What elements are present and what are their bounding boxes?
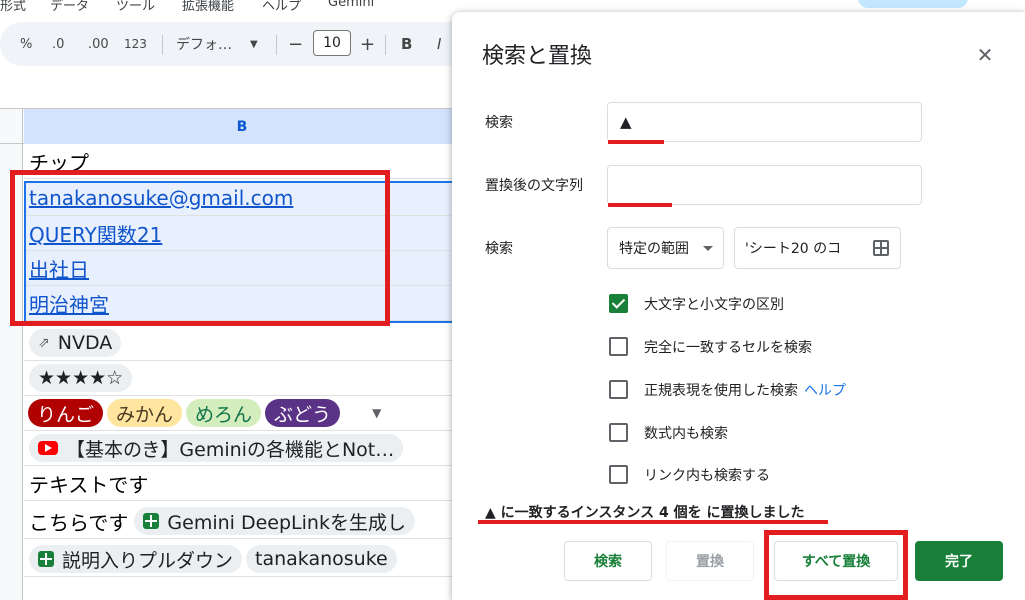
find-input[interactable]: ▲	[607, 102, 922, 142]
decrease-font-size-button[interactable]: −	[288, 22, 303, 66]
status-message: ▲ に一致するインスタンス 4 個を に置換しました	[485, 505, 805, 521]
replace-input[interactable]	[607, 165, 922, 205]
column-headers: B	[0, 108, 460, 144]
bold-button[interactable]: B	[401, 22, 412, 66]
grid-select-icon[interactable]	[873, 240, 889, 256]
done-button[interactable]: 完了	[915, 541, 1003, 581]
toolbar-divider	[276, 35, 277, 55]
find-replace-dialog: 検索と置換 ✕ 検索 ▲ 置換後の文字列 検索 特定の範囲 'シート20 のコ …	[452, 12, 1025, 600]
regex-label-row: 正規表現を使用した検索 ヘルプ	[644, 380, 846, 400]
video-chip-label: 【基本のき】Geminiの各機能とNot…	[66, 438, 395, 461]
annotation-underline	[608, 203, 672, 207]
increase-decimal-button[interactable]: .00	[88, 22, 109, 66]
regex-label: 正規表現を使用した検索	[644, 383, 798, 399]
stock-chart-icon: ⇗	[38, 335, 50, 351]
search-formulas-checkbox[interactable]	[609, 423, 628, 442]
dropdown-chip: めろん	[186, 399, 262, 427]
dialog-title: 検索と置換	[482, 44, 593, 69]
menu-help[interactable]: ヘルプ	[262, 0, 301, 14]
cell-b-text[interactable]: テキストです	[24, 466, 460, 501]
dropdown-chip: ぶどう	[265, 399, 341, 427]
deeplink-chip-label: Gemini DeepLinkを生成し	[167, 511, 406, 534]
toolbar-divider	[385, 35, 386, 55]
stock-chip-label: NVDA	[57, 332, 113, 354]
cell-text: こちらです	[29, 510, 129, 535]
italic-button[interactable]: I	[437, 22, 441, 66]
match-case-checkbox[interactable]	[609, 294, 628, 313]
dropdown-chip[interactable]: 説明入りプルダウン	[29, 545, 243, 573]
cell-b-dropdown[interactable]: りんご みかん めろん ぶどう ▼	[24, 396, 460, 431]
video-chip[interactable]: 【基本のき】Geminiの各機能とNot…	[29, 434, 404, 462]
decrease-decimal-button[interactable]: .0	[52, 22, 64, 66]
chevron-down-icon[interactable]: ▼	[250, 22, 258, 66]
percent-format-button[interactable]: %	[20, 22, 32, 66]
person-chip[interactable]: tanakanosuke	[246, 545, 397, 573]
dropdown-chip: みかん	[107, 399, 183, 427]
plus-icon	[38, 551, 54, 567]
annotation-underline	[608, 140, 664, 144]
dropdown-chip: りんご	[28, 399, 104, 427]
find-label: 検索	[485, 115, 513, 131]
search-formulas-label: 数式内も検索	[644, 426, 728, 442]
match-entire-cell-checkbox[interactable]	[609, 337, 628, 356]
chevron-down-icon[interactable]: ▼	[372, 406, 381, 420]
plus-icon	[143, 513, 160, 529]
toolbar-divider	[162, 35, 163, 55]
deeplink-chip[interactable]: Gemini DeepLinkを生成し	[134, 507, 415, 535]
regex-checkbox[interactable]	[609, 380, 628, 399]
select-all-corner[interactable]	[0, 109, 23, 144]
cell-b-chips[interactable]: 説明入りプルダウン tanakanosuke	[24, 542, 460, 577]
find-button[interactable]: 検索	[564, 541, 652, 581]
number-format-button[interactable]: 123	[124, 22, 147, 66]
font-select[interactable]: デフォ…	[176, 22, 232, 66]
cell-b-video[interactable]: 【基本のき】Geminiの各機能とNot…	[24, 431, 460, 466]
close-icon[interactable]: ✕	[972, 42, 998, 68]
cell-b-mixed[interactable]: こちらです Gemini DeepLinkを生成し	[24, 504, 460, 539]
annotation-highlight-box	[764, 530, 908, 600]
font-size-input[interactable]: 10	[313, 30, 351, 56]
menu-data[interactable]: データ	[50, 0, 89, 14]
scope-label: 検索	[485, 241, 513, 257]
help-link[interactable]: ヘルプ	[804, 383, 846, 399]
search-links-checkbox[interactable]	[609, 465, 628, 484]
menu-gemini[interactable]: Gemini	[328, 0, 374, 10]
scope-select-value: 特定の範囲	[619, 241, 689, 257]
stock-chip[interactable]: ⇗ NVDA	[29, 329, 122, 357]
match-case-label: 大文字と小文字の区別	[644, 297, 784, 313]
share-button[interactable]	[858, 0, 968, 8]
annotation-underline	[478, 520, 828, 524]
column-header-b[interactable]: B	[24, 109, 460, 144]
search-links-label: リンク内も検索する	[644, 468, 770, 484]
menu-extensions[interactable]: 拡張機能	[182, 0, 234, 14]
chip-label: 説明入りプルダウン	[62, 549, 234, 572]
cell-b-stock[interactable]: ⇗ NVDA	[24, 326, 460, 361]
annotation-highlight-box	[10, 170, 390, 326]
chevron-down-icon	[703, 246, 713, 251]
range-value: 'シート20 のコ	[745, 241, 842, 257]
replace-button[interactable]: 置換	[666, 541, 754, 581]
menu-tools[interactable]: ツール	[116, 0, 155, 14]
rating-chip[interactable]: ★★★★☆	[29, 364, 133, 392]
match-entire-cell-label: 完全に一致するセルを検索	[644, 340, 812, 356]
increase-font-size-button[interactable]: +	[360, 22, 375, 66]
range-input[interactable]: 'シート20 のコ	[734, 227, 901, 269]
scope-select[interactable]: 特定の範囲	[607, 227, 724, 269]
youtube-icon	[38, 441, 58, 455]
replace-label: 置換後の文字列	[485, 178, 583, 194]
cell-b-rating[interactable]: ★★★★☆	[24, 361, 460, 396]
menu-format[interactable]: 形式	[0, 0, 26, 14]
